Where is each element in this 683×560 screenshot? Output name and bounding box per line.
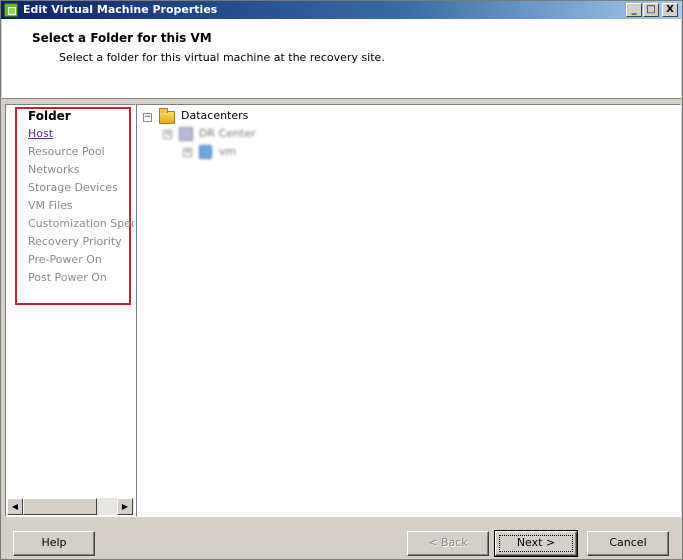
step-networks: Networks xyxy=(28,163,80,176)
scroll-left-icon[interactable]: ◀ xyxy=(7,498,23,515)
app-icon xyxy=(4,3,18,17)
wizard-steps-pane: Folder Host Resource Pool Networks Stora… xyxy=(5,104,136,517)
page-subtitle: Select a folder for this virtual machine… xyxy=(59,51,385,64)
collapse-datacenters-icon[interactable]: − xyxy=(143,113,152,122)
horizontal-scrollbar[interactable]: ◀ ▶ xyxy=(7,498,134,515)
step-storage-devices: Storage Devices xyxy=(28,181,118,194)
cancel-button[interactable]: Cancel xyxy=(587,531,669,556)
page-title: Select a Folder for this VM xyxy=(32,31,212,45)
wizard-header: Select a Folder for this VM Select a fol… xyxy=(2,19,681,99)
step-host[interactable]: Host xyxy=(28,127,53,140)
window-title: Edit Virtual Machine Properties xyxy=(23,3,218,16)
tree-node-dr-center[interactable]: DR Center xyxy=(199,127,256,140)
help-button[interactable]: Help xyxy=(13,531,95,556)
dialog-window: Edit Virtual Machine Properties _ □ X Se… xyxy=(0,0,683,560)
maximize-button[interactable]: □ xyxy=(643,3,659,17)
expand-vm-folder-icon[interactable]: + xyxy=(183,148,192,157)
datacenter-icon xyxy=(179,127,193,141)
step-customization-specs: Customization Specs xyxy=(28,217,134,230)
focus-ring xyxy=(499,535,573,552)
step-pre-power-on: Pre-Power On xyxy=(28,253,102,266)
scroll-thumb[interactable] xyxy=(23,498,97,515)
tree-node-datacenters[interactable]: Datacenters xyxy=(181,109,248,122)
vm-folder-icon xyxy=(199,145,212,159)
title-bar[interactable]: Edit Virtual Machine Properties _ □ X xyxy=(1,1,682,19)
next-button[interactable]: Next > xyxy=(494,530,578,557)
step-post-power-on: Post Power On xyxy=(28,271,107,284)
step-resource-pool: Resource Pool xyxy=(28,145,105,158)
tree-node-vm[interactable]: vm xyxy=(219,145,236,158)
folder-icon xyxy=(159,108,175,124)
step-vm-files: VM Files xyxy=(28,199,73,212)
expand-dr-center-icon[interactable]: + xyxy=(163,130,172,139)
scroll-right-icon[interactable]: ▶ xyxy=(117,498,133,515)
folder-tree-pane: − Datacenters + DR Center + vm xyxy=(136,104,681,517)
minimize-button[interactable]: _ xyxy=(626,3,642,17)
step-current-folder: Folder xyxy=(28,109,71,123)
step-recovery-priority: Recovery Priority xyxy=(28,235,122,248)
close-button[interactable]: X xyxy=(662,3,678,17)
back-button[interactable]: < Back xyxy=(407,531,489,556)
